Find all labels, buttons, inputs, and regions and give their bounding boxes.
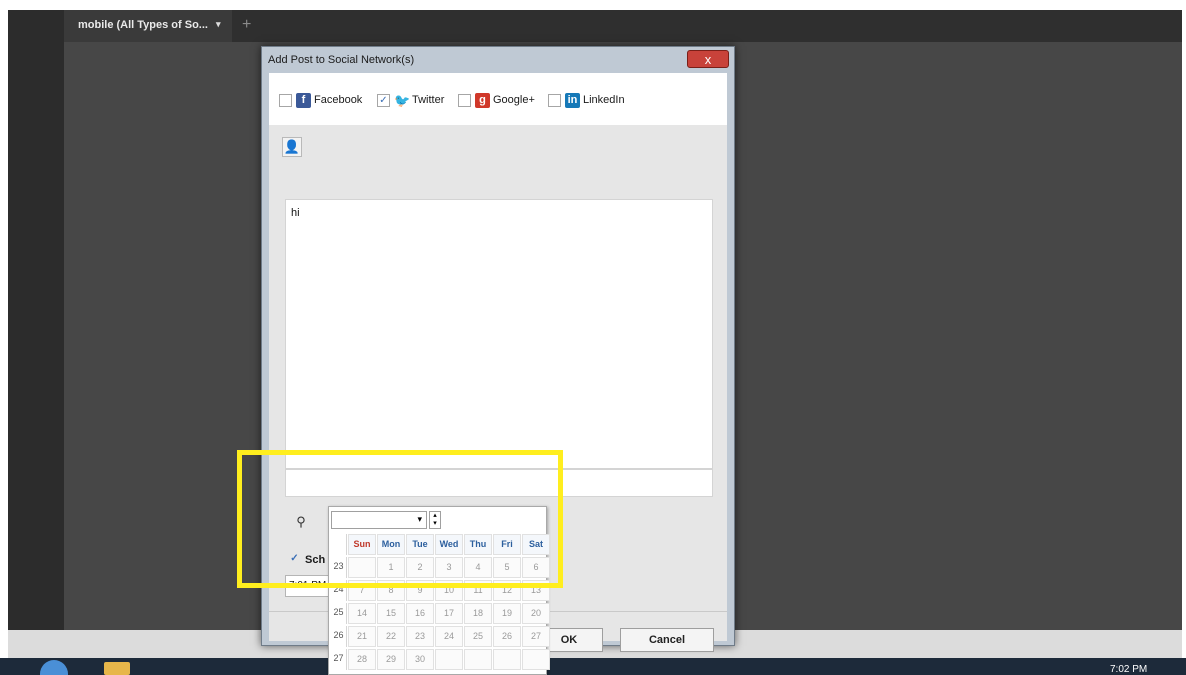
calendar-day[interactable]: 12 xyxy=(493,580,521,601)
calendar-day[interactable]: 22 xyxy=(377,626,405,647)
week-number: 24 xyxy=(331,580,347,601)
calendar-day[interactable]: 5 xyxy=(493,557,521,578)
calendar-day[interactable]: 16 xyxy=(406,603,434,624)
cancel-button[interactable]: Cancel xyxy=(620,628,714,652)
calendar-week-row: 24 7 8 9 10 11 12 13 xyxy=(331,580,551,602)
calendar-day[interactable]: 21 xyxy=(348,626,376,647)
add-tab-icon[interactable]: + xyxy=(242,16,251,34)
googleplus-checkbox[interactable] xyxy=(458,93,471,107)
calendar-week-row: 26 21 22 23 24 25 26 27 xyxy=(331,626,551,648)
calendar-day[interactable]: 10 xyxy=(435,580,463,601)
calendar-day[interactable]: 28 xyxy=(348,649,376,670)
day-header: Tue xyxy=(406,534,434,555)
calendar-day[interactable] xyxy=(522,649,550,670)
week-number: 27 xyxy=(331,649,347,670)
week-number: 26 xyxy=(331,626,347,647)
network-label: LinkedIn xyxy=(583,94,625,106)
post-textarea[interactable]: hi xyxy=(285,199,713,469)
network-facebook[interactable]: f Facebook xyxy=(279,92,362,108)
network-selector: f Facebook ✓ 🐦 Twitter g Google+ in Link… xyxy=(269,73,727,125)
calendar-day[interactable]: 6 xyxy=(522,557,550,578)
calendar-week-row: 23 1 2 3 4 5 6 xyxy=(331,557,551,579)
calendar-day[interactable]: 11 xyxy=(464,580,492,601)
day-header: Wed xyxy=(435,534,463,555)
calendar-day[interactable] xyxy=(435,649,463,670)
twitter-checkbox[interactable]: ✓ xyxy=(377,93,390,107)
calendar-day[interactable]: 14 xyxy=(348,603,376,624)
calendar-day[interactable]: 8 xyxy=(377,580,405,601)
network-linkedin[interactable]: in LinkedIn xyxy=(548,92,625,108)
twitter-icon: 🐦 xyxy=(394,92,411,108)
chevron-down-icon: ▾ xyxy=(417,514,422,524)
calendar-day[interactable] xyxy=(464,649,492,670)
calendar-week-row: 27 28 29 30 xyxy=(331,649,551,671)
tab-bar: mobile (All Types of So... ▾ + xyxy=(64,10,1182,42)
calendar-day[interactable]: 27 xyxy=(522,626,550,647)
add-contact-icon[interactable]: 👤 xyxy=(282,137,302,157)
week-header xyxy=(331,534,347,555)
calendar-day[interactable]: 18 xyxy=(464,603,492,624)
folder-icon[interactable] xyxy=(104,662,130,675)
year-spinner[interactable]: ▴ ▾ xyxy=(429,511,441,529)
taskbar xyxy=(0,658,1186,675)
calendar-day[interactable]: 24 xyxy=(435,626,463,647)
calendar-day[interactable]: 9 xyxy=(406,580,434,601)
facebook-checkbox[interactable] xyxy=(279,93,292,107)
week-number: 23 xyxy=(331,557,347,578)
tab-menu-icon[interactable]: ▾ xyxy=(216,19,221,30)
calendar-header-row: Sun Mon Tue Wed Thu Fri Sat xyxy=(331,534,551,556)
network-label: Twitter xyxy=(412,94,445,106)
schedule-label: Sch xyxy=(305,553,326,566)
calendar-day[interactable]: 17 xyxy=(435,603,463,624)
close-button[interactable]: x xyxy=(687,50,729,68)
tab-label: mobile (All Types of So... xyxy=(78,19,208,31)
day-header: Mon xyxy=(377,534,405,555)
date-picker-popup: ▾ ▴ ▾ Sun Mon Tue Wed Thu Fri Sat 23 1 2 … xyxy=(328,506,550,675)
network-twitter[interactable]: ✓ 🐦 Twitter xyxy=(377,92,444,108)
schedule-checkbox[interactable]: ✓ xyxy=(288,553,301,566)
google-plus-icon: g xyxy=(475,92,490,108)
calendar-day[interactable]: 30 xyxy=(406,649,434,670)
post-text-footer xyxy=(285,469,713,497)
calendar-week-row: 25 14 15 16 17 18 19 20 xyxy=(331,603,551,625)
network-googleplus[interactable]: g Google+ xyxy=(458,92,535,108)
taskbar-clock: 7:02 PM xyxy=(1110,664,1148,675)
calendar-day[interactable]: 29 xyxy=(377,649,405,670)
calendar-day[interactable]: 26 xyxy=(493,626,521,647)
calendar-day[interactable]: 3 xyxy=(435,557,463,578)
month-select[interactable]: ▾ xyxy=(331,511,427,529)
calendar-day[interactable]: 2 xyxy=(406,557,434,578)
left-sidebar xyxy=(8,10,64,630)
day-header: Fri xyxy=(493,534,521,555)
day-header: Sat xyxy=(522,534,550,555)
calendar-day[interactable]: 23 xyxy=(406,626,434,647)
dialog-title: Add Post to Social Network(s) xyxy=(268,54,415,66)
calendar-day[interactable] xyxy=(348,557,376,578)
schedule-option[interactable]: ✓ Sch xyxy=(288,553,325,566)
facebook-icon: f xyxy=(296,92,311,108)
location-pin-icon[interactable]: ⚲ xyxy=(291,514,311,532)
network-label: Facebook xyxy=(314,94,363,106)
calendar-day[interactable]: 19 xyxy=(493,603,521,624)
tab-mobile[interactable]: mobile (All Types of So... ▾ xyxy=(64,10,232,42)
calendar-day[interactable] xyxy=(493,649,521,670)
calendar-day[interactable]: 15 xyxy=(377,603,405,624)
week-number: 25 xyxy=(331,603,347,624)
calendar-day[interactable]: 13 xyxy=(522,580,550,601)
linkedin-icon: in xyxy=(565,92,580,108)
calendar-day[interactable]: 25 xyxy=(464,626,492,647)
network-label: Google+ xyxy=(493,94,535,106)
calendar-day[interactable]: 1 xyxy=(377,557,405,578)
calendar-day[interactable]: 7 xyxy=(348,580,376,601)
day-header: Sun xyxy=(348,534,376,555)
calendar-day[interactable]: 20 xyxy=(522,603,550,624)
calendar-day[interactable]: 4 xyxy=(464,557,492,578)
day-header: Thu xyxy=(464,534,492,555)
linkedin-checkbox[interactable] xyxy=(548,93,561,107)
